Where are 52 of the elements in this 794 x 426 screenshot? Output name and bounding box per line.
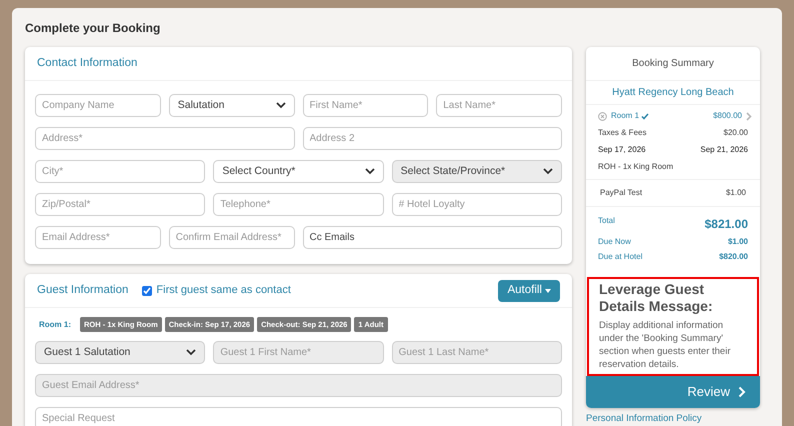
room-name: Room 1 xyxy=(611,110,640,122)
total-label: Due at Hotel xyxy=(598,251,642,263)
input-field[interactable]: Last Name* xyxy=(436,94,562,117)
policy-link[interactable]: Personal Information Policy xyxy=(586,412,760,426)
select-field[interactable]: Select Country* xyxy=(213,160,384,183)
checkbox[interactable] xyxy=(142,286,152,296)
input-field[interactable]: Address* xyxy=(35,127,294,150)
check-out-date: Sep 21, 2026 xyxy=(700,144,748,156)
chevron-down-icon xyxy=(186,349,196,356)
section-title: Guest Information xyxy=(37,282,128,298)
input-field[interactable]: Address 2 xyxy=(302,127,562,150)
extra-amount: $1.00 xyxy=(726,187,746,199)
room-label: Room 1: xyxy=(39,318,71,331)
total-amount: $1.00 xyxy=(728,236,748,248)
total-label: Total xyxy=(598,215,615,227)
total-amount: $820.00 xyxy=(719,251,748,263)
total-label: Due Now xyxy=(598,236,631,248)
extra-label: PayPal Test xyxy=(600,187,642,199)
hotel-name: Hyatt Regency Long Beach xyxy=(612,86,734,100)
message-body: Display additional information under the 'Booking Summary' section when guests enter their reservation details. xyxy=(599,319,732,371)
input-field[interactable]: Email Address* xyxy=(35,226,161,249)
page-title: Complete your Booking xyxy=(25,20,162,37)
section-title: Contact Information xyxy=(37,56,138,71)
chevron-down-icon xyxy=(276,102,286,109)
input-field[interactable]: First Name* xyxy=(302,94,428,117)
fee-label: Taxes & Fees xyxy=(598,127,646,139)
input-field[interactable]: Cc Emails xyxy=(302,226,562,249)
chevron-right-icon xyxy=(738,386,746,398)
checkmark-icon xyxy=(641,112,650,120)
message-heading: Leverage Guest Details Message: xyxy=(599,281,714,315)
total-amount: $821.00 xyxy=(704,216,748,233)
remove-icon[interactable] xyxy=(598,112,607,120)
input-field[interactable]: Special Request xyxy=(35,407,562,426)
room-price: $800.00 xyxy=(713,110,742,122)
chevron-down-icon xyxy=(542,168,553,175)
chevron-right-icon[interactable] xyxy=(746,112,752,120)
select-field[interactable]: Salutation xyxy=(168,94,294,117)
chevron-down-icon xyxy=(364,168,375,175)
review-button[interactable]: Review xyxy=(586,376,760,408)
summary-title: Booking Summary xyxy=(632,57,714,71)
check-in-date: Sep 17, 2026 xyxy=(598,144,646,156)
input-field[interactable]: Confirm Email Address* xyxy=(168,226,294,249)
input-field[interactable]: Telephone* xyxy=(213,193,384,216)
fee-amount: $20.00 xyxy=(724,127,748,139)
autofill-button[interactable]: Autofill xyxy=(498,280,560,302)
room-type: ROH - 1x King Room xyxy=(598,161,674,173)
checkbox-label[interactable]: First guest same as contact xyxy=(156,282,291,299)
input-field[interactable]: Company Name xyxy=(35,94,161,117)
input-field[interactable]: # Hotel Loyalty xyxy=(392,193,562,216)
input-field[interactable]: Zip/Postal* xyxy=(35,193,206,216)
input-field[interactable]: City* xyxy=(35,160,206,183)
caret-icon xyxy=(545,288,551,292)
